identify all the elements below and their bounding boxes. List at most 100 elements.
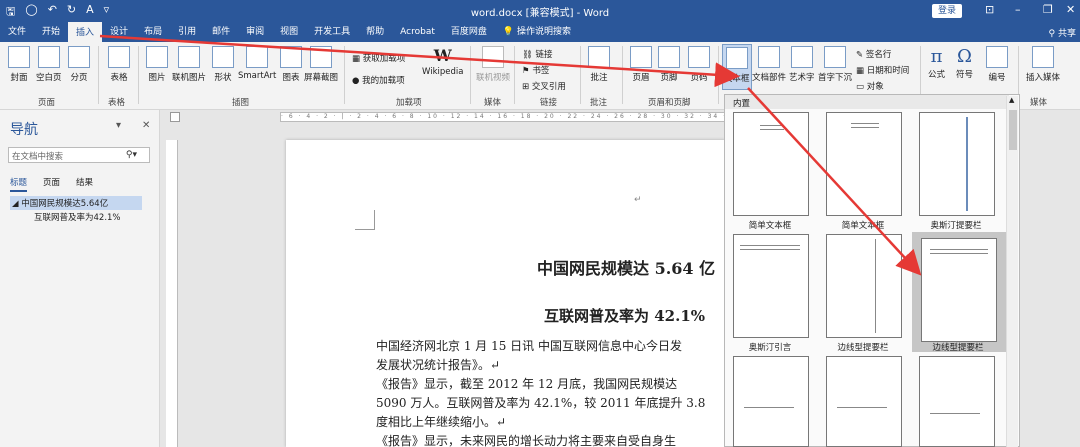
scrollbar-thumb[interactable] [1009, 110, 1017, 150]
gallery-item-austin-sidebar[interactable] [919, 112, 995, 216]
footer-button[interactable]: 页脚 [658, 46, 680, 83]
dropcap-button[interactable]: 首字下沉 [818, 46, 852, 83]
share-button[interactable]: ⚲ 共享 [1049, 26, 1076, 39]
page-break-button[interactable]: 分页 [68, 46, 90, 83]
nav-tab-pages[interactable]: 页面 [43, 176, 60, 192]
document-body-line[interactable]: 发展状况统计报告》。↵ [376, 356, 500, 373]
tab-home[interactable]: 开始 [34, 22, 68, 42]
chart-button[interactable]: 图表 [280, 46, 302, 83]
gallery-item-simple-textbox[interactable] [733, 112, 809, 216]
comment-button[interactable]: 批注 [588, 46, 610, 83]
document-heading-2[interactable]: 互联网普及率为 42.1% [544, 305, 705, 326]
document-heading-1[interactable]: 中国网民规模达 5.64 亿 [537, 255, 715, 279]
tab-review[interactable]: 审阅 [238, 22, 272, 42]
document-body-line[interactable]: 度相比上年继续缩小。↵ [376, 413, 506, 430]
textbox-button[interactable]: 文本框 [722, 44, 752, 90]
ribbon-separator [138, 46, 139, 104]
smartart-button[interactable]: SmartArt [238, 46, 276, 81]
nav-options-icon[interactable]: ▾ [116, 120, 121, 131]
gallery-item-edge-sidebar-selected[interactable] [921, 238, 997, 342]
get-addins-button[interactable]: ▦ 获取加载项 [352, 52, 405, 64]
picture-button[interactable]: 图片 [146, 46, 168, 83]
group-media2-label: 媒体 [1030, 98, 1048, 108]
datetime-button[interactable]: ▦ 日期和时间 [856, 64, 909, 76]
ribbon-display-icon[interactable]: ⊡ [985, 3, 994, 16]
header-button[interactable]: 页眉 [630, 46, 652, 83]
gallery-item[interactable] [733, 356, 809, 447]
document-body-line[interactable]: 《报告》显示，截至 2012 年 12 月底，我国网民规模达 [376, 375, 677, 392]
group-tables-label: 表格 [108, 98, 126, 108]
document-body-line[interactable]: 5090 万人。互联网普及率为 42.1%，较 2011 年底提升 3.8 [376, 394, 705, 411]
crossref-button[interactable]: ⊞ 交叉引用 [522, 80, 566, 92]
tab-acrobat[interactable]: Acrobat [392, 22, 443, 42]
scroll-up-icon[interactable]: ▲ [1009, 96, 1014, 104]
blank-page-icon [37, 46, 60, 68]
search-icon[interactable]: ⚲▾ [126, 150, 137, 160]
bookmark-button[interactable]: ⚑ 书签 [522, 64, 549, 76]
nav-close-icon[interactable]: ✕ [142, 120, 150, 131]
login-button[interactable]: 登录 [932, 4, 962, 18]
wordart-button[interactable]: 艺术字 [789, 46, 815, 83]
tab-selector-icon[interactable] [170, 112, 180, 122]
object-button[interactable]: ▭ 对象 [856, 80, 884, 92]
tell-me-search[interactable]: 💡 操作说明搜索 [495, 22, 579, 42]
collapse-triangle-icon[interactable]: ◢ [12, 199, 21, 209]
maximize-icon[interactable]: ❐ [1043, 3, 1053, 16]
numbering-button[interactable]: 编号 [986, 46, 1008, 83]
group-links-label: 链接 [540, 98, 558, 108]
gallery-item-austin-quote[interactable] [733, 234, 809, 338]
symbol-button[interactable]: Ω 符号 [956, 46, 973, 80]
quick-parts-icon [758, 46, 780, 68]
nav-tab-headings[interactable]: 标题 [10, 176, 28, 192]
shapes-button[interactable]: 形状 [212, 46, 234, 83]
online-picture-button[interactable]: 联机图片 [172, 46, 206, 83]
equation-button[interactable]: π 公式 [928, 46, 945, 80]
my-addins-button[interactable]: ● 我的加载项 [352, 74, 405, 86]
object-icon: ▭ [856, 82, 867, 92]
gallery-item-edge-sidebar[interactable] [826, 234, 902, 338]
nav-tab-results[interactable]: 结果 [76, 176, 93, 192]
gallery-scrollbar[interactable]: ▲ [1006, 96, 1018, 447]
nav-search-input[interactable]: 在文档中搜索 ⚲▾ [8, 147, 150, 163]
tab-layout[interactable]: 布局 [136, 22, 170, 42]
document-body-line[interactable]: 《报告》显示，未来网民的增长动力将主要来自受自身生 [376, 432, 676, 447]
signature-icon: ✎ [856, 50, 866, 60]
minimize-icon[interactable]: – [1015, 3, 1021, 16]
smartart-icon [246, 46, 269, 68]
close-icon[interactable]: ✕ [1066, 3, 1075, 16]
thumb-line [760, 125, 784, 126]
gallery-item[interactable] [826, 356, 902, 447]
table-button[interactable]: 表格 [108, 46, 130, 83]
wikipedia-button[interactable]: W Wikipedia [422, 46, 463, 77]
ribbon-separator [470, 46, 471, 104]
tab-baidu[interactable]: 百度网盘 [443, 22, 495, 42]
page-number-button[interactable]: 页码 [688, 46, 710, 83]
gallery-item-simple-textbox-2[interactable] [826, 112, 902, 216]
gallery-item[interactable] [919, 356, 995, 447]
tab-references[interactable]: 引用 [170, 22, 204, 42]
tab-mailings[interactable]: 邮件 [204, 22, 238, 42]
tab-design[interactable]: 设计 [102, 22, 136, 42]
ribbon-separator [344, 46, 345, 104]
online-video-button[interactable]: 联机视频 [476, 46, 510, 83]
tab-view[interactable]: 视图 [272, 22, 306, 42]
video-icon [482, 46, 504, 68]
tab-help[interactable]: 帮助 [358, 22, 392, 42]
blank-page-button[interactable]: 空白页 [36, 46, 62, 83]
navigation-pane: 导航 ▾ ✕ 在文档中搜索 ⚲▾ 标题 页面 结果 ◢ 中国网民规模达5.64亿… [0, 110, 160, 447]
tab-developer[interactable]: 开发工具 [306, 22, 358, 42]
nav-heading-item[interactable]: ◢ 中国网民规模达5.64亿 [10, 196, 142, 210]
page-number-icon [688, 46, 710, 68]
signature-line-button[interactable]: ✎ 签名行 [856, 48, 891, 60]
link-button[interactable]: ⛓ 链接 [522, 48, 553, 60]
picture-icon [146, 46, 168, 68]
document-body-line[interactable]: 中国经济网北京 1 月 15 日讯 中国互联网信息中心今日发 [376, 337, 682, 354]
quick-parts-button[interactable]: 文档部件 [752, 46, 786, 83]
nav-heading-item[interactable]: 互联网普及率为42.1% [34, 211, 121, 223]
tab-insert[interactable]: 插入 [68, 22, 103, 42]
screenshot-button[interactable]: 屏幕截图 [304, 46, 338, 83]
embed-media-button[interactable]: 插入媒体 [1026, 46, 1060, 83]
cover-button[interactable]: 封面 [8, 46, 30, 83]
thumb-edge [875, 239, 876, 333]
tab-file[interactable]: 文件 [0, 22, 34, 42]
